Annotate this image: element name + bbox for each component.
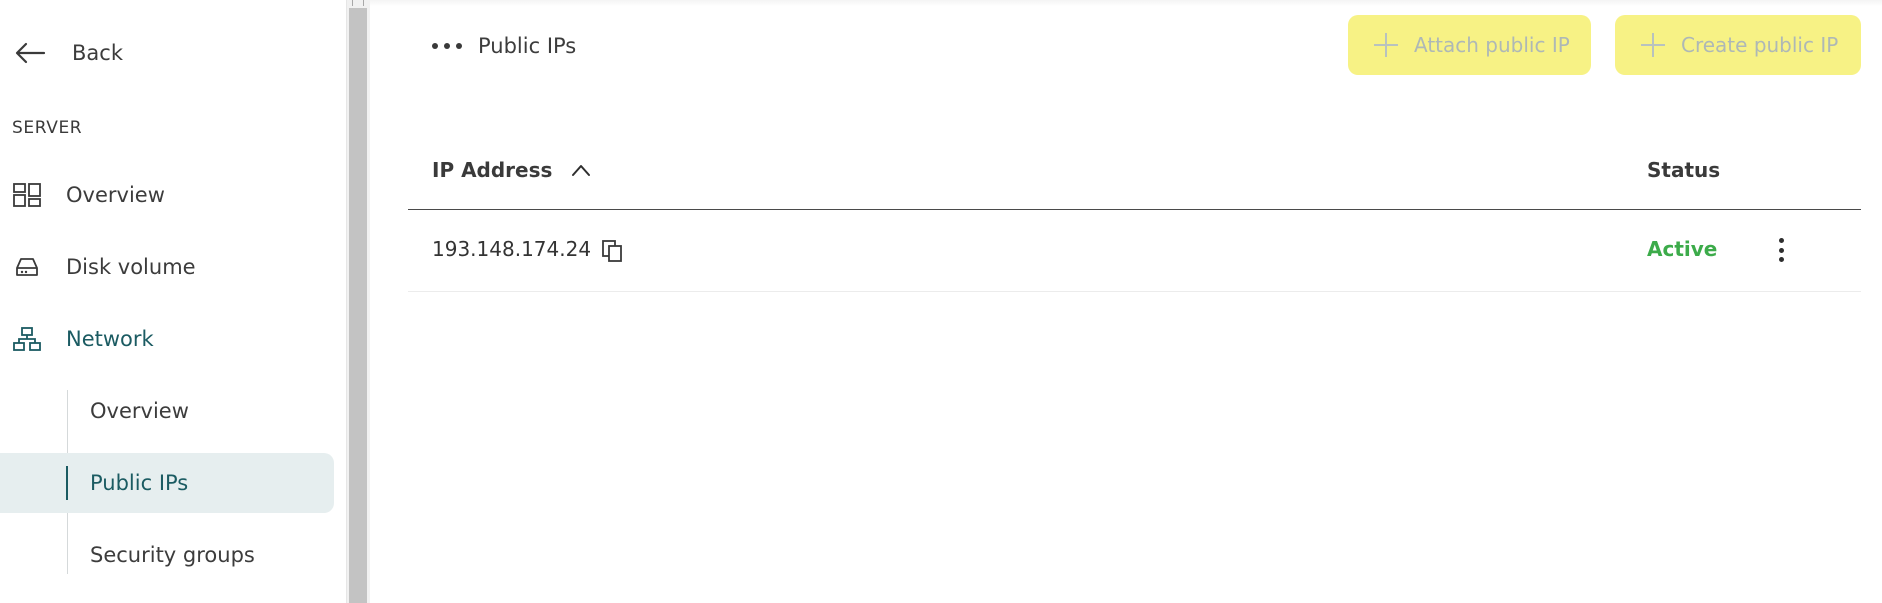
more-horizontal-icon[interactable] (432, 36, 462, 56)
sidebar-item-label: Network (66, 327, 154, 351)
sidebar-subitem-label: Public IPs (90, 471, 189, 495)
back-button[interactable]: Back (0, 24, 334, 82)
breadcrumb-current: Public IPs (478, 34, 577, 58)
more-vertical-icon[interactable] (1772, 234, 1790, 266)
top-shadow (370, 0, 1882, 6)
attach-public-ip-button[interactable]: Attach public IP (1348, 15, 1591, 75)
sidebar-item-disk-volume[interactable]: Disk volume (0, 237, 334, 297)
sidebar-subitem-public-ips[interactable]: Public IPs (0, 453, 334, 513)
table-header: IP Address Status (408, 134, 1861, 210)
scrollbar-thumb[interactable] (349, 8, 367, 603)
scroll-up-arrow[interactable] (352, 0, 364, 6)
status-badge: Active (1647, 237, 1718, 261)
column-header-label: IP Address (432, 158, 553, 182)
sidebar-subitem-overview[interactable]: Overview (0, 381, 334, 441)
plus-icon (1639, 31, 1667, 59)
column-header-ip-address[interactable]: IP Address (432, 158, 592, 182)
sidebar-subitem-label: Overview (90, 399, 189, 423)
copy-icon[interactable] (600, 238, 624, 264)
breadcrumb: Public IPs (432, 28, 576, 64)
button-label: Create public IP (1681, 33, 1839, 57)
section-title: SERVER (12, 118, 83, 138)
selected-marker (66, 466, 68, 500)
table-row: 193.148.174.24 Active (408, 210, 1861, 292)
chevron-up-icon (572, 165, 591, 176)
ip-address-cell: 193.148.174.24 (432, 237, 592, 261)
column-header-status: Status (1647, 158, 1721, 182)
disk-drive-icon (16, 258, 38, 276)
sidebar-subitem-label: Security groups (90, 543, 255, 567)
sidebar-item-overview[interactable]: Overview (0, 165, 334, 225)
main-content: Public IPs Attach public IP Create publi… (370, 0, 1882, 603)
button-label: Attach public IP (1414, 33, 1570, 57)
sidebar-item-label: Overview (66, 183, 165, 207)
public-ips-table: IP Address Status 193.148.174.24 Active (408, 134, 1861, 292)
sidebar-item-label: Disk volume (66, 255, 196, 279)
plus-icon (1372, 31, 1400, 59)
arrow-left-icon (15, 42, 46, 64)
create-public-ip-button[interactable]: Create public IP (1615, 15, 1861, 75)
dashboard-icon (13, 183, 41, 207)
sidebar: Back SERVER Overview Disk volume Network (0, 0, 346, 603)
network-icon (13, 327, 41, 351)
back-label: Back (72, 41, 123, 65)
sidebar-subitem-security-groups[interactable]: Security groups (0, 525, 334, 585)
sidebar-item-network[interactable]: Network (0, 309, 334, 369)
